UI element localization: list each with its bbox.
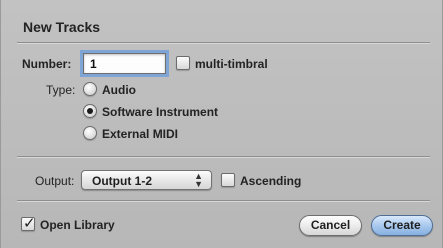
type-software-instrument-label: Software Instrument xyxy=(102,105,219,119)
type-audio-label: Audio xyxy=(102,83,136,97)
type-audio-radio[interactable] xyxy=(83,82,97,96)
dialog-title: New Tracks xyxy=(23,19,101,35)
multitimbral-label: multi-timbral xyxy=(195,57,268,71)
create-button[interactable]: Create xyxy=(371,215,433,236)
cancel-button[interactable]: Cancel xyxy=(299,215,362,236)
open-library-checkbox[interactable]: ✓ xyxy=(21,214,36,232)
checkmark-icon: ✓ xyxy=(23,214,36,232)
new-tracks-dialog: New Tracks Number: multi-timbral Type: A… xyxy=(0,0,443,248)
type-external-midi-label: External MIDI xyxy=(102,127,179,141)
output-selected-value: Output 1-2 xyxy=(92,174,152,188)
background-artifact xyxy=(249,93,252,105)
radio-selected-dot xyxy=(87,108,93,114)
popup-updown-arrows-icon: ▲ ▼ xyxy=(194,171,203,189)
ascending-checkbox[interactable] xyxy=(221,173,235,187)
type-label: Type: xyxy=(46,83,76,97)
multitimbral-checkbox[interactable] xyxy=(176,56,190,70)
output-label: Output: xyxy=(35,174,75,188)
title-divider xyxy=(17,42,430,44)
open-library-label: Open Library xyxy=(40,218,115,232)
number-label: Number: xyxy=(22,57,72,71)
footer-divider xyxy=(17,200,430,202)
section-divider xyxy=(17,156,430,158)
ascending-label: Ascending xyxy=(240,174,302,188)
output-popup[interactable]: Output 1-2 ▲ ▼ xyxy=(81,170,212,190)
number-input[interactable] xyxy=(83,53,166,74)
type-external-midi-radio[interactable] xyxy=(83,126,97,140)
type-software-instrument-radio[interactable] xyxy=(83,104,97,118)
